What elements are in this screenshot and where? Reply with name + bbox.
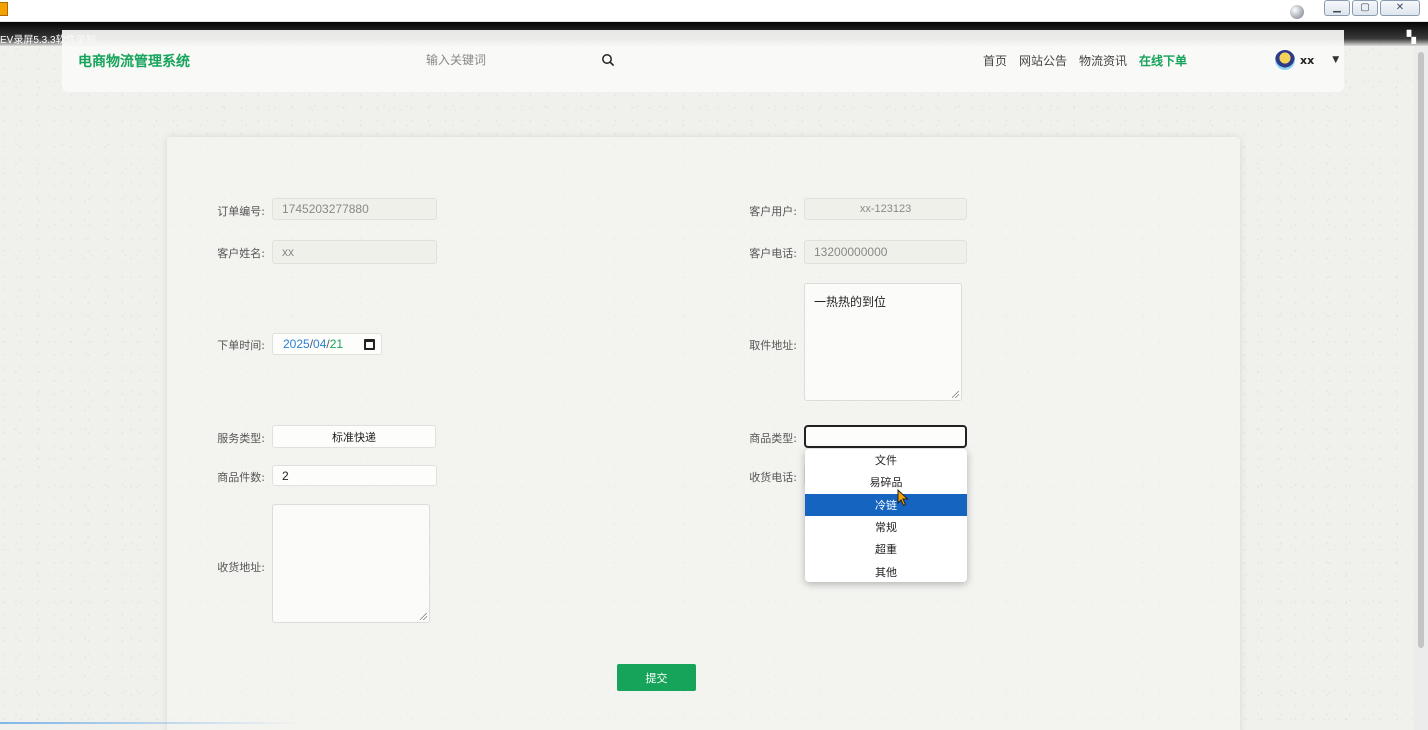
- goods-count-input[interactable]: 2: [272, 465, 437, 486]
- mouse-cursor-icon: [897, 489, 909, 507]
- date-month[interactable]: 04: [313, 337, 326, 351]
- site-header: 电商物流管理系统 首页 网站公告 物流资讯 在线下单 xx ▼: [62, 30, 1344, 92]
- customer-user-field[interactable]: xx-123123: [804, 198, 967, 220]
- close-icon[interactable]: ✕: [1380, 0, 1420, 16]
- pickup-address-textarea[interactable]: 一热热的到位: [804, 283, 962, 401]
- site-logo[interactable]: 电商物流管理系统: [78, 51, 190, 71]
- order-no-field[interactable]: 1745203277880: [272, 198, 437, 220]
- goods-count-label: 商品件数:: [217, 471, 265, 484]
- dropdown-option[interactable]: 常规: [805, 516, 967, 538]
- customer-name-label: 客户姓名:: [217, 247, 265, 260]
- user-menu[interactable]: xx ▼: [1274, 49, 1339, 71]
- submit-button[interactable]: 提交: [617, 664, 696, 691]
- calendar-icon[interactable]: [364, 339, 375, 350]
- search-icon[interactable]: [601, 53, 615, 67]
- window-controls: ▁ ▢ ✕: [1324, 0, 1420, 16]
- nav-item-news[interactable]: 物流资讯: [1079, 52, 1127, 69]
- pickup-address-label: 取件地址:: [749, 339, 797, 352]
- order-time-label: 下单时间:: [217, 339, 265, 352]
- receiver-phone-label: 收货电话:: [749, 471, 797, 484]
- customer-phone-field[interactable]: 13200000000: [804, 240, 967, 264]
- pickup-address-value: 一热热的到位: [814, 295, 887, 309]
- order-time-date-input[interactable]: 2025/04/21: [272, 333, 382, 355]
- maximize-icon[interactable]: ▢: [1352, 0, 1378, 16]
- dropdown-option[interactable]: 易碎品: [805, 471, 967, 493]
- date-day[interactable]: 21: [330, 337, 343, 351]
- service-type-select[interactable]: 标准快递: [272, 425, 436, 448]
- scrollbar-thumb[interactable]: [1418, 52, 1424, 648]
- nav-item-notices[interactable]: 网站公告: [1019, 52, 1067, 69]
- avatar[interactable]: [1274, 49, 1296, 71]
- order-no-label: 订单编号:: [217, 205, 265, 218]
- goods-type-select[interactable]: [804, 425, 967, 448]
- goods-type-label: 商品类型:: [749, 432, 797, 445]
- receiver-address-label: 收货地址:: [217, 561, 265, 574]
- dropdown-option-selected[interactable]: 冷链: [805, 493, 967, 516]
- resize-grip-icon[interactable]: [420, 613, 427, 620]
- dropdown-option[interactable]: 超重: [805, 538, 967, 560]
- customer-name-field[interactable]: xx: [272, 240, 437, 264]
- resize-grip-icon[interactable]: [952, 391, 959, 398]
- main-nav: 首页 网站公告 物流资讯 在线下单: [983, 52, 1187, 69]
- receiver-address-textarea[interactable]: [272, 504, 430, 623]
- date-year[interactable]: 2025: [283, 337, 310, 351]
- dropdown-option[interactable]: 其他: [805, 560, 967, 582]
- taskbar-edge: [0, 722, 300, 724]
- customer-phone-label: 客户电话:: [749, 247, 797, 260]
- caret-down-icon[interactable]: ▼: [1332, 55, 1339, 65]
- search-input[interactable]: [426, 50, 606, 70]
- goods-type-dropdown: 文件 易碎品 冷链 常规 超重 其他: [805, 449, 967, 582]
- app-icon: [0, 2, 8, 16]
- service-type-label: 服务类型:: [217, 432, 265, 445]
- nav-item-home[interactable]: 首页: [983, 52, 1007, 69]
- orb-icon: [1290, 5, 1304, 19]
- username[interactable]: xx: [1300, 54, 1314, 67]
- minimize-icon[interactable]: ▁: [1324, 0, 1350, 16]
- grid-icon[interactable]: ▚: [1407, 31, 1416, 43]
- window-titlebar: ▁ ▢ ✕: [0, 0, 1428, 22]
- nav-item-order[interactable]: 在线下单: [1139, 52, 1187, 69]
- customer-user-label: 客户用户:: [749, 205, 797, 218]
- dropdown-option[interactable]: 文件: [805, 449, 967, 471]
